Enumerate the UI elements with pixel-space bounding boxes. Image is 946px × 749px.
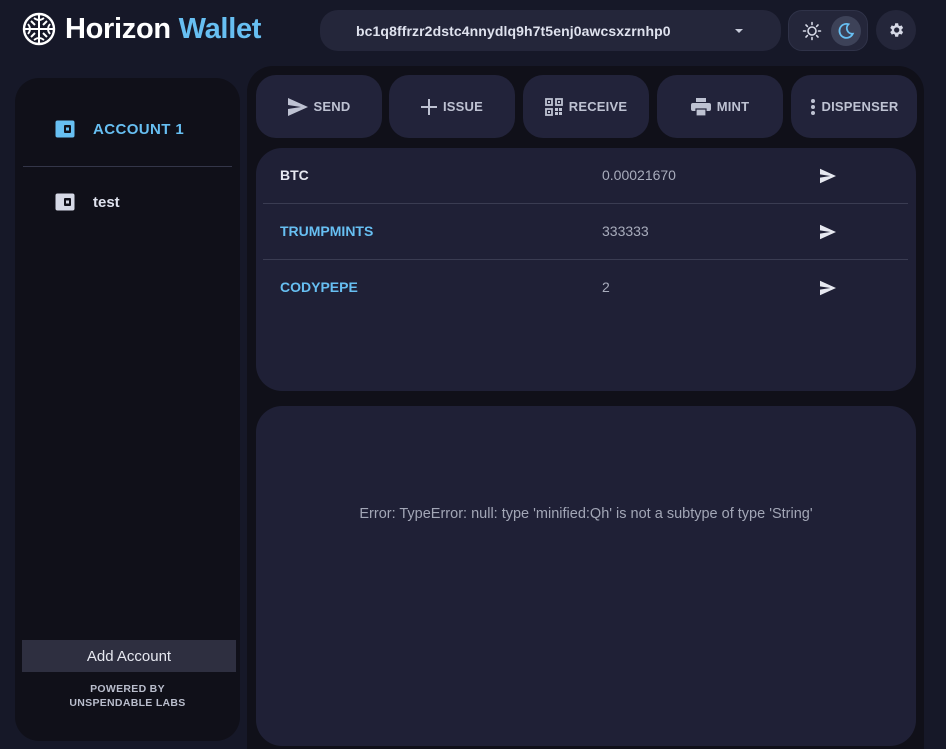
- error-message: Error: TypeError: null: type 'minified:Q…: [359, 506, 813, 522]
- asset-quantity: 333333: [602, 223, 649, 239]
- powered-by-footer: POWERED BY UNSPENDABLE LABS: [15, 682, 240, 710]
- send-icon[interactable]: [820, 168, 836, 184]
- asset-name: BTC: [280, 167, 309, 183]
- asset-quantity: 0.00021670: [602, 167, 676, 183]
- horizon-logo-icon: [22, 12, 56, 46]
- send-icon[interactable]: [820, 224, 836, 240]
- brand-name: Horizon Wallet: [65, 13, 261, 46]
- qr-code-icon: [544, 97, 563, 116]
- receive-button[interactable]: RECEIVE: [523, 75, 649, 138]
- theme-toggle[interactable]: [788, 10, 868, 51]
- company-name: UNSPENDABLE LABS: [69, 697, 186, 709]
- asset-name-link[interactable]: TRUMPMINTS: [280, 223, 373, 239]
- asset-row-btc: BTC 0.00021670: [263, 148, 908, 204]
- asset-row-codypepe: CODYPEPE 2: [263, 260, 908, 316]
- send-button[interactable]: SEND: [256, 75, 382, 138]
- address-selector[interactable]: bc1q8ffrzr2dstc4nnydlq9h7t5enj0awcsxzrnh…: [320, 10, 781, 51]
- mint-label: MINT: [716, 99, 750, 114]
- brand-word-horizon: Horizon: [65, 12, 171, 45]
- sun-icon[interactable]: [798, 17, 825, 44]
- account-label: ACCOUNT 1: [93, 120, 185, 138]
- chevron-down-icon: [735, 29, 743, 33]
- main-panel: SEND ISSUE RECEIVE MINT DISPENSER BTC 0.…: [247, 66, 924, 749]
- brand-logo: Horizon Wallet: [22, 12, 261, 46]
- settings-button[interactable]: [876, 10, 916, 50]
- dispenser-label: DISPENSER: [821, 99, 899, 114]
- address-text: bc1q8ffrzr2dstc4nnydlq9h7t5enj0awcsxzrnh…: [356, 22, 671, 39]
- dispenser-button[interactable]: DISPENSER: [791, 75, 917, 138]
- transaction-history-panel: Error: TypeError: null: type 'minified:Q…: [256, 406, 916, 746]
- account-sidebar: ACCOUNT 1 test Add Account POWERED BY UN…: [15, 78, 240, 741]
- sidebar-divider: [23, 166, 232, 167]
- more-vertical-icon: [810, 98, 815, 115]
- asset-quantity: 2: [602, 279, 610, 295]
- send-label: SEND: [313, 99, 351, 114]
- printer-icon: [690, 97, 711, 116]
- brand-word-wallet: Wallet: [178, 12, 262, 45]
- powered-by-line: POWERED BY: [90, 683, 165, 695]
- asset-row-trumpmints: TRUMPMINTS 333333: [263, 204, 908, 260]
- sidebar-item-test[interactable]: test: [55, 193, 120, 211]
- asset-name-link[interactable]: CODYPEPE: [280, 279, 358, 295]
- wallet-icon: [55, 193, 75, 211]
- wallet-icon: [55, 120, 75, 138]
- send-icon[interactable]: [820, 280, 836, 296]
- issue-label: ISSUE: [442, 99, 483, 114]
- send-icon: [287, 97, 308, 116]
- add-account-button[interactable]: Add Account: [22, 640, 236, 672]
- receive-label: RECEIVE: [568, 99, 628, 114]
- gear-icon: [890, 23, 904, 37]
- moon-icon[interactable]: [831, 15, 861, 46]
- plus-icon: [420, 98, 437, 115]
- asset-balance-list: BTC 0.00021670 TRUMPMINTS 333333 CODYPEP…: [256, 148, 916, 391]
- mint-button[interactable]: MINT: [657, 75, 783, 138]
- account-label: test: [93, 193, 120, 211]
- issue-button[interactable]: ISSUE: [389, 75, 515, 138]
- sidebar-item-account-1[interactable]: ACCOUNT 1: [55, 120, 184, 138]
